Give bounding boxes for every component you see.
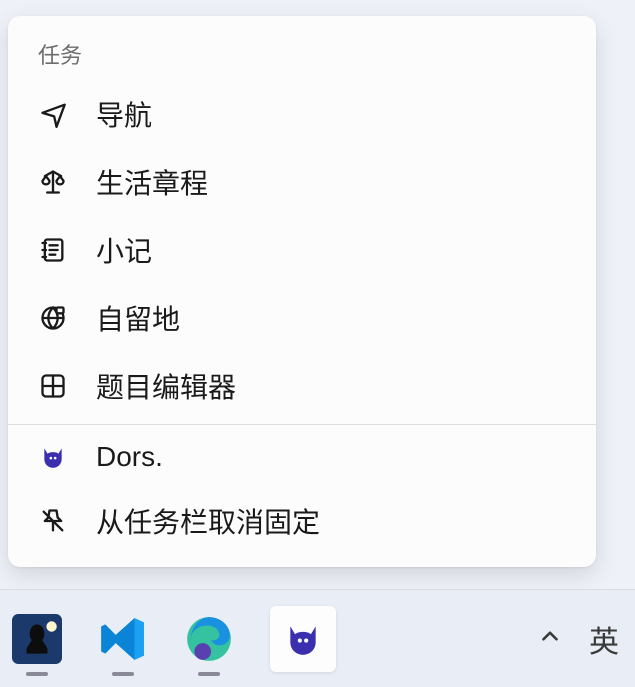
- unpin-label: 从任务栏取消固定: [96, 501, 320, 541]
- globe-lock-icon: [38, 303, 68, 333]
- taskbar-app-dors[interactable]: [270, 606, 336, 672]
- task-item-rules[interactable]: 生活章程: [8, 148, 596, 216]
- running-indicator: [26, 672, 48, 676]
- ime-indicator[interactable]: 英: [589, 617, 619, 661]
- app-item-dors[interactable]: Dors.: [8, 427, 596, 487]
- taskbar-jumplist: 任务 导航 生活章程 小记 自留地 题目编辑器 Dors.: [8, 16, 596, 567]
- tray-expand-chevron-icon[interactable]: [537, 623, 563, 654]
- navigation-arrow-icon: [38, 99, 68, 129]
- running-indicator: [112, 672, 134, 676]
- task-item-editor[interactable]: 题目编辑器: [8, 352, 596, 420]
- task-label: 小记: [96, 230, 152, 270]
- menu-separator: [8, 424, 596, 425]
- taskbar-system-tray: 英: [537, 617, 619, 661]
- cat-icon: [38, 442, 68, 472]
- task-label: 生活章程: [96, 162, 208, 202]
- taskbar-app-vscode[interactable]: [98, 614, 148, 664]
- notebook-icon: [38, 235, 68, 265]
- taskbar-apps: [12, 606, 336, 672]
- running-indicator: [198, 672, 220, 676]
- task-item-notes[interactable]: 小记: [8, 216, 596, 284]
- taskbar-app-edge[interactable]: [184, 614, 234, 664]
- task-item-personal-space[interactable]: 自留地: [8, 284, 596, 352]
- taskbar-app-reader[interactable]: [12, 614, 62, 664]
- section-header-tasks: 任务: [8, 34, 596, 80]
- grid-icon: [38, 371, 68, 401]
- task-label: 导航: [96, 94, 152, 134]
- task-label: 自留地: [96, 298, 180, 338]
- taskbar: 英: [0, 589, 635, 687]
- app-label: Dors.: [96, 441, 163, 473]
- unpin-item[interactable]: 从任务栏取消固定: [8, 487, 596, 555]
- task-label: 题目编辑器: [96, 366, 236, 406]
- task-item-navigate[interactable]: 导航: [8, 80, 596, 148]
- unpin-icon: [38, 506, 68, 536]
- scales-icon: [38, 167, 68, 197]
